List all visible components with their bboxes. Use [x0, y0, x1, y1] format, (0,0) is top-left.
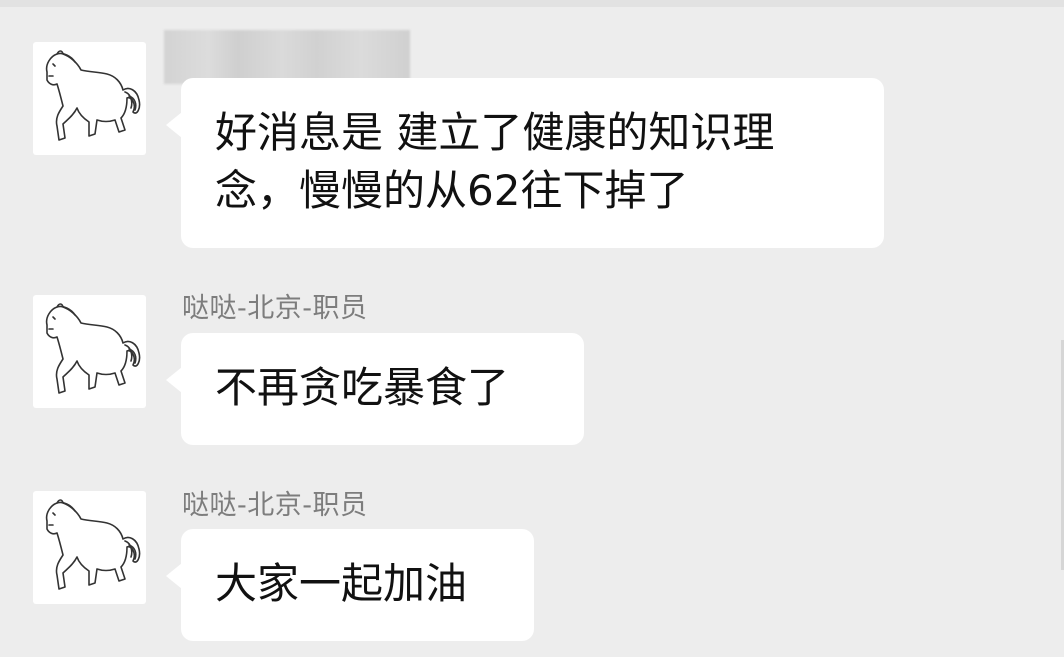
- message-bubble[interactable]: 大家一起加油: [166, 529, 534, 641]
- sender-name: 哒哒-北京-职员: [182, 490, 368, 521]
- horse-icon: [45, 303, 141, 394]
- message-text: 不再贪吃暴食了: [215, 363, 510, 412]
- message-text: 好消息是 建立了健康的知识理 念，慢慢的从62往下掉了: [215, 108, 775, 215]
- message-bubble[interactable]: 好消息是 建立了健康的知识理 念，慢慢的从62往下掉了: [166, 78, 884, 248]
- avatar[interactable]: [33, 491, 146, 604]
- sender-name-redacted: [164, 30, 410, 84]
- top-divider: [0, 0, 1064, 7]
- sender-name: 哒哒-北京-职员: [182, 293, 368, 324]
- avatar[interactable]: [33, 295, 146, 408]
- message-text: 大家一起加油: [215, 559, 468, 608]
- message-bubble[interactable]: 不再贪吃暴食了: [166, 333, 584, 445]
- horse-icon: [45, 499, 141, 590]
- avatar[interactable]: [33, 42, 146, 155]
- horse-icon: [45, 50, 141, 141]
